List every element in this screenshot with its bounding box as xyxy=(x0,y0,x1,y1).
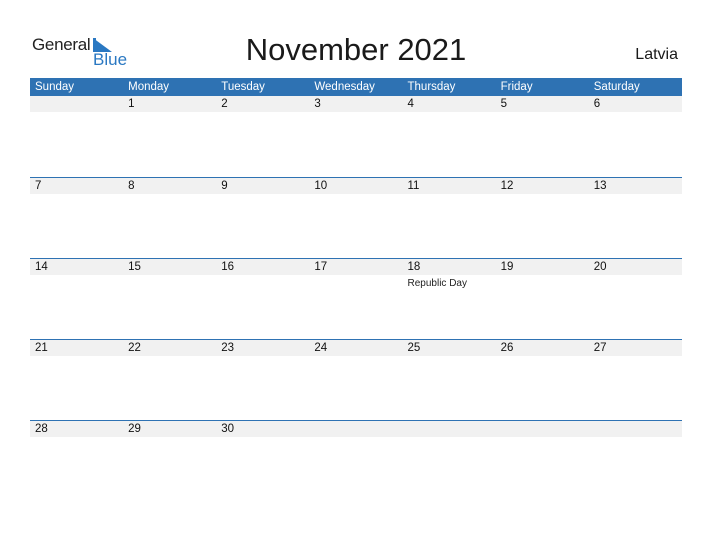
day-cell xyxy=(403,421,496,437)
country-label: Latvia xyxy=(635,46,678,63)
week-row: 21 22 23 24 25 26 27 xyxy=(30,339,682,420)
date-strip: 21 22 23 24 25 26 27 xyxy=(30,340,682,356)
date-strip: 7 8 9 10 11 12 13 xyxy=(30,178,682,194)
day-cell: 19 xyxy=(496,259,589,275)
weekday-wednesday: Wednesday xyxy=(314,81,375,93)
day-cell: 18 Republic Day xyxy=(403,259,496,289)
day-number: 4 xyxy=(407,98,414,110)
day-number: 22 xyxy=(128,342,141,354)
date-strip: 1 2 3 4 5 6 xyxy=(30,96,682,112)
day-cell: 13 xyxy=(589,178,682,194)
day-cell: 7 xyxy=(30,178,123,194)
day-number: 8 xyxy=(128,180,135,192)
weekday-monday: Monday xyxy=(128,81,170,93)
date-strip: 14 15 16 17 18 Republic Day 19 20 xyxy=(30,259,682,289)
week-row: 1 2 3 4 5 6 xyxy=(30,96,682,177)
day-cell: 25 xyxy=(403,340,496,356)
day-cell: 3 xyxy=(309,96,402,112)
weekday-saturday: Saturday xyxy=(593,81,640,93)
day-number: 2 xyxy=(221,98,228,110)
day-number: 1 xyxy=(128,98,135,110)
day-cell: 4 xyxy=(403,96,496,112)
day-number: 21 xyxy=(35,342,48,354)
weeks-container: 1 2 3 4 5 6 7 8 9 10 11 12 13 14 15 16 17 18 Republic Day 1… xyxy=(30,96,682,501)
day-cell: 8 xyxy=(123,178,216,194)
day-cell: 20 xyxy=(589,259,682,275)
day-cell xyxy=(496,421,589,437)
day-cell: 16 xyxy=(216,259,309,275)
holiday-label: Republic Day xyxy=(407,278,467,289)
day-cell: 11 xyxy=(403,178,496,194)
day-cell xyxy=(309,421,402,437)
day-cell: 17 xyxy=(309,259,402,275)
day-number: 14 xyxy=(35,261,48,273)
day-number: 17 xyxy=(314,261,328,273)
day-cell: 23 xyxy=(216,340,309,356)
week-row: 7 8 9 10 11 12 13 xyxy=(30,177,682,258)
week-row: 14 15 16 17 18 Republic Day 19 20 xyxy=(30,258,682,339)
day-number: 11 xyxy=(407,180,420,192)
day-number: 30 xyxy=(221,423,235,435)
weekday-friday: Friday xyxy=(500,81,533,93)
day-cell xyxy=(589,421,682,437)
weekday-header: Sunday Monday Tuesday Wednesday Thursday… xyxy=(30,78,682,96)
day-number: 7 xyxy=(35,180,42,192)
day-number: 25 xyxy=(407,342,421,354)
day-number: 10 xyxy=(314,180,328,192)
day-cell: 22 xyxy=(123,340,216,356)
day-cell: 10 xyxy=(309,178,402,194)
day-cell: 12 xyxy=(496,178,589,194)
day-number: 12 xyxy=(500,180,514,192)
day-cell: 21 xyxy=(30,340,123,356)
weekday-thursday: Thursday xyxy=(407,81,456,93)
day-cell: 9 xyxy=(216,178,309,194)
day-cell: 28 xyxy=(30,421,123,437)
day-cell: 14 xyxy=(30,259,123,275)
day-number: 28 xyxy=(35,423,48,435)
day-cell: 6 xyxy=(589,96,682,112)
day-cell: 27 xyxy=(589,340,682,356)
day-number: 29 xyxy=(128,423,141,435)
day-cell: 26 xyxy=(496,340,589,356)
page-title: November 2021 xyxy=(245,32,467,67)
day-number: 16 xyxy=(221,261,235,273)
day-number: 18 xyxy=(407,261,421,273)
day-cell xyxy=(30,96,123,112)
day-cell: 29 xyxy=(123,421,216,437)
calendar-grid: Sunday Monday Tuesday Wednesday Thursday… xyxy=(30,78,682,501)
day-number: 15 xyxy=(128,261,141,273)
day-number: 23 xyxy=(221,342,235,354)
day-number: 24 xyxy=(314,342,328,354)
weekday-tuesday: Tuesday xyxy=(221,81,265,93)
day-cell: 24 xyxy=(309,340,402,356)
date-strip: 28 29 30 xyxy=(30,421,682,437)
day-cell: 1 xyxy=(123,96,216,112)
day-cell: 30 xyxy=(216,421,309,437)
day-cell: 5 xyxy=(496,96,589,112)
day-number: 6 xyxy=(593,98,601,110)
day-number: 13 xyxy=(593,180,607,192)
day-cell: 2 xyxy=(216,96,309,112)
day-number: 19 xyxy=(500,261,514,273)
day-number: 3 xyxy=(314,98,321,110)
weekday-sunday: Sunday xyxy=(35,81,75,93)
week-row: 28 29 30 xyxy=(30,420,682,501)
day-number: 9 xyxy=(221,180,228,192)
day-number: 5 xyxy=(500,98,508,110)
day-number: 27 xyxy=(593,342,607,354)
day-cell: 15 xyxy=(123,259,216,275)
day-number: 20 xyxy=(593,261,607,273)
day-number: 26 xyxy=(500,342,514,354)
